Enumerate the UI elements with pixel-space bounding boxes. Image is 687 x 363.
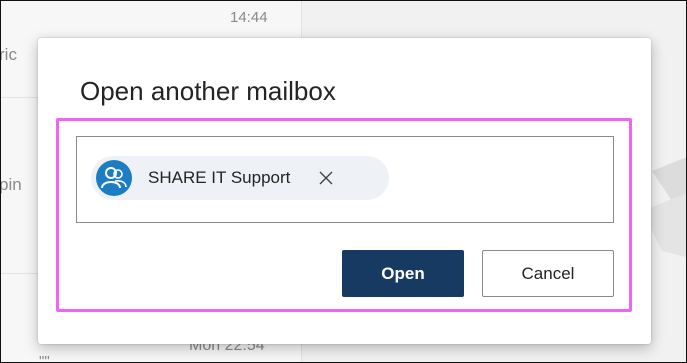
dialog-title: Open another mailbox [80,76,336,106]
mailbox-chip[interactable]: SHARE IT Support [91,156,389,200]
message-fragment: ric [0,45,17,64]
message-fragment: pin [0,175,22,194]
mailbox-picker-input[interactable]: SHARE IT Support [76,136,614,223]
group-people-icon [96,160,132,196]
cancel-button[interactable]: Cancel [482,250,614,297]
message-time: 14:44 [230,9,268,26]
close-icon[interactable] [316,168,336,188]
open-button[interactable]: Open [342,250,464,297]
mailbox-chip-label: SHARE IT Support [148,168,291,187]
open-mailbox-dialog: Open another mailbox SHARE IT Support Op… [38,38,651,344]
message-fragment: "" [39,353,50,363]
app-window: 14:44 ric pin Mon 22:54 "" Open another … [0,0,687,363]
